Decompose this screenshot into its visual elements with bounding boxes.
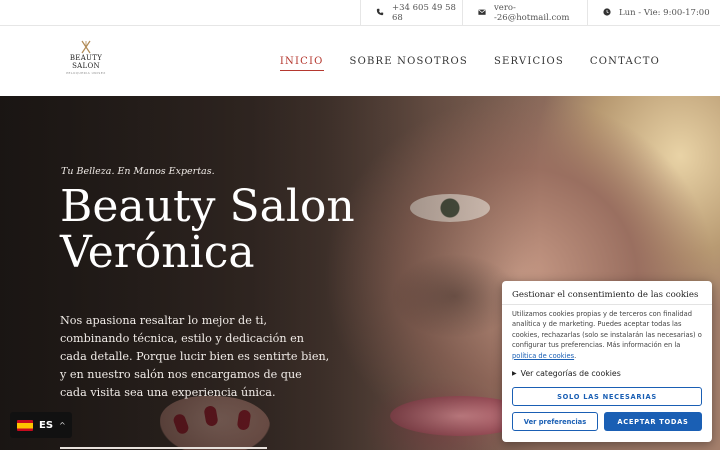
cookie-categories-toggle[interactable]: ▶ Ver categorías de cookies [512,369,702,378]
cookie-title: Gestionar el consentimiento de las cooki… [512,290,699,300]
hero-button-edge[interactable] [60,447,267,449]
phone-icon [376,8,384,19]
hero-title: Beauty Salon Verónica [60,184,355,276]
opening-hours: Lun - Vie: 9:00-17:00 [587,0,720,26]
divider [502,304,712,305]
only-necessary-button[interactable]: SOLO LAS NECESARIAS [512,387,702,406]
top-info-bar: +34 605 49 58 68 vero--26@hotmail.com Lu… [0,0,720,26]
scissors-logo-icon [81,40,91,54]
clock-icon [603,7,611,19]
language-switcher[interactable]: ES ^ [10,412,72,438]
hero-description: Nos apasiona resaltar lo mejor de ti, co… [60,314,330,399]
hours-text: Lun - Vie: 9:00-17:00 [619,8,710,18]
hero-title-line1: Beauty Salon [60,181,355,232]
cookie-policy-link[interactable]: política de cookies [512,352,574,360]
caret-right-icon: ▶ [512,370,517,378]
cookie-description: Utilizamos cookies propias y de terceros… [512,309,702,361]
spain-flag-icon [17,419,33,431]
chevron-up-icon: ^ [59,420,66,430]
hero-tagline: Tu Belleza. En Manos Expertas. [61,166,215,177]
nav-item-inicio[interactable]: INICIO [279,56,324,71]
language-code: ES [39,419,54,431]
cookie-body-end: . [574,351,577,360]
cookie-categories-label: Ver categorías de cookies [520,369,621,379]
cookie-body-text: Utilizamos cookies propias y de terceros… [512,310,702,350]
nav-item-sobre-nosotros[interactable]: SOBRE NOSOTROS [350,56,468,67]
accept-all-button[interactable]: ACEPTAR TODAS [604,412,702,431]
nav-item-servicios[interactable]: SERVICIOS [494,56,564,67]
logo-word-beauty: BEAUTY [69,54,103,62]
main-nav: INICIO SOBRE NOSOTROS SERVICIOS CONTACTO [279,26,660,96]
hero-title-line2: Verónica [60,227,255,278]
logo-subtitle: PELUQUERIA UNISEX [66,71,106,75]
nav-item-contacto[interactable]: CONTACTO [590,56,660,67]
site-header: BEAUTY SALON PELUQUERIA UNISEX INICIO SO… [0,26,720,96]
phone-contact[interactable]: +34 605 49 58 68 [360,0,462,26]
logo-word-salon: SALON [72,62,100,70]
email-address: vero--26@hotmail.com [494,3,570,23]
cookie-consent-panel: Gestionar el consentimiento de las cooki… [502,281,712,442]
phone-number: +34 605 49 58 68 [392,3,456,23]
preferences-button[interactable]: Ver preferencias [512,412,598,431]
email-contact[interactable]: vero--26@hotmail.com [462,0,587,26]
envelope-icon [478,8,486,19]
logo[interactable]: BEAUTY SALON PELUQUERIA UNISEX [64,40,108,86]
